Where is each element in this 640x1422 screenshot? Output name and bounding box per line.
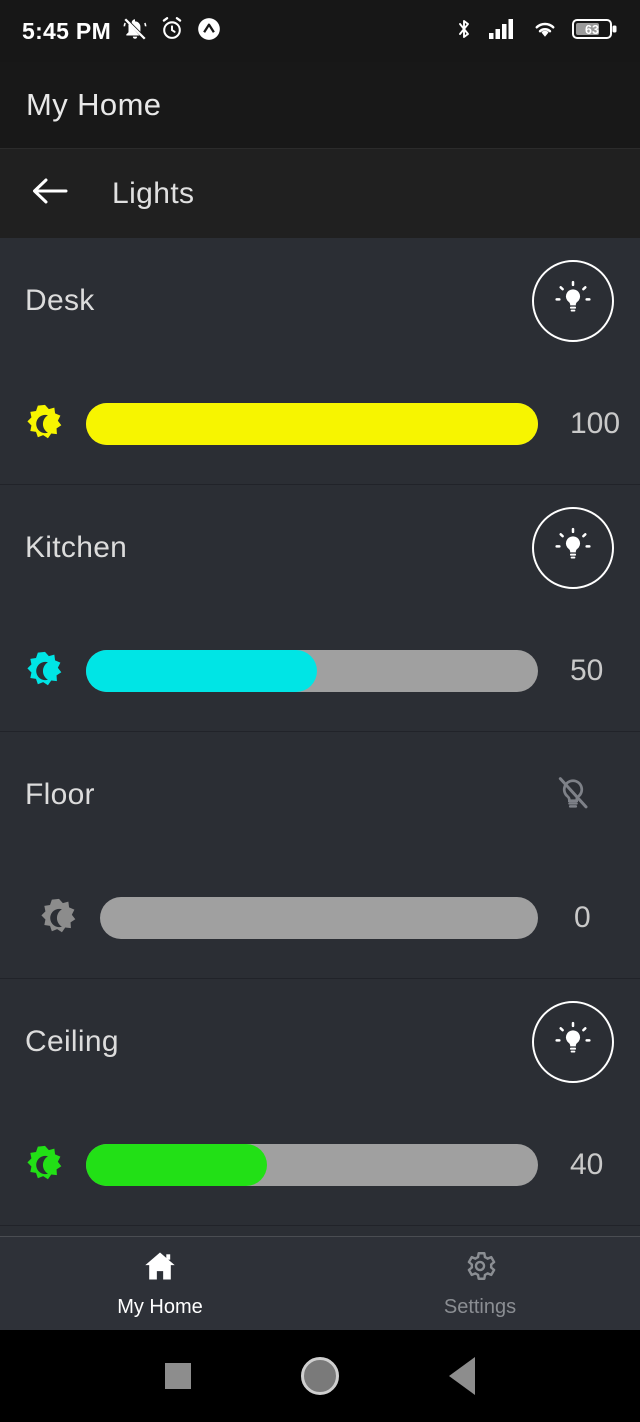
bulb-on-icon <box>553 526 593 571</box>
light-name: Kitchen <box>25 531 128 564</box>
cell-signal-icon <box>488 16 518 47</box>
back-triangle-icon[interactable] <box>449 1357 475 1395</box>
bluetooth-icon <box>452 16 476 47</box>
brightness-value: 0 <box>574 901 591 934</box>
light-row-header: Desk <box>0 238 640 364</box>
light-name: Ceiling <box>25 1025 119 1058</box>
page-title: My Home <box>26 87 162 122</box>
light-row-desk: Desk 100 <box>0 238 640 485</box>
light-power-toggle-ceiling[interactable] <box>532 1001 614 1083</box>
light-power-toggle-floor[interactable] <box>548 770 598 820</box>
brightness-value: 100 <box>570 407 621 440</box>
battery-icon: 63 <box>572 16 618 47</box>
light-brightness-control: 0 <box>0 858 640 978</box>
light-power-toggle-desk[interactable] <box>532 260 614 342</box>
back-arrow-icon[interactable] <box>30 175 70 212</box>
alarm-icon <box>159 16 185 47</box>
app-bar: My Home <box>0 62 640 148</box>
light-power-toggle-kitchen[interactable] <box>532 507 614 589</box>
brightness-slider-track[interactable] <box>100 897 538 939</box>
light-row-header: Ceiling <box>0 979 640 1105</box>
light-name: Desk <box>25 284 95 317</box>
light-brightness-control: 100 <box>0 364 640 484</box>
status-bar: 5:45 PM 63 <box>0 0 640 62</box>
brightness-value: 40 <box>570 1148 604 1181</box>
light-row-header: Floor <box>0 732 640 858</box>
phone-screen: 5:45 PM 63 My Home Lights Desk 100 Kitch… <box>0 0 640 1422</box>
light-row-header: Kitchen <box>0 485 640 611</box>
wifi-icon <box>530 16 560 47</box>
status-bar-left: 5:45 PM <box>22 16 222 47</box>
nav-tab-label: My Home <box>117 1296 203 1318</box>
light-name: Floor <box>25 778 95 811</box>
brightness-slider-track[interactable] <box>86 403 538 445</box>
light-row-kitchen: Kitchen 50 <box>0 485 640 732</box>
sub-header-bar: Lights <box>0 148 640 238</box>
light-brightness-control: 50 <box>0 611 640 731</box>
light-brightness-control: 40 <box>0 1105 640 1225</box>
brightness-icon <box>22 1142 68 1188</box>
bulb-on-icon <box>553 1020 593 1065</box>
system-navigation-bar <box>0 1330 640 1422</box>
brightness-icon <box>36 895 82 941</box>
brightness-icon <box>22 401 68 447</box>
vibrate-off-icon <box>122 16 148 47</box>
light-row-floor: Floor 0 <box>0 732 640 979</box>
brightness-slider-track[interactable] <box>86 1144 538 1186</box>
battery-percent-label: 63 <box>585 23 599 37</box>
brightness-slider-fill <box>86 1144 267 1186</box>
nav-tab-settings[interactable]: Settings <box>320 1237 640 1330</box>
home-circle-icon[interactable] <box>301 1357 339 1395</box>
sub-header-title: Lights <box>112 176 195 210</box>
nav-tab-label: Settings <box>443 1296 517 1318</box>
brightness-icon <box>22 648 68 694</box>
brightness-slider-track[interactable] <box>86 650 538 692</box>
home-icon <box>140 1248 180 1289</box>
recents-square-icon[interactable] <box>165 1363 191 1389</box>
brightness-slider-fill <box>86 650 317 692</box>
bottom-navigation: My Home Settings <box>0 1236 640 1330</box>
status-bar-right: 63 <box>452 16 618 47</box>
gear-icon <box>461 1248 499 1289</box>
brightness-value: 50 <box>570 654 604 687</box>
circle-caret-icon <box>196 16 222 47</box>
bulb-on-icon <box>553 279 593 324</box>
status-time: 5:45 PM <box>22 17 112 44</box>
brightness-slider-fill <box>86 403 538 445</box>
nav-tab-my-home[interactable]: My Home <box>0 1237 320 1330</box>
light-row-ceiling: Ceiling 40 <box>0 979 640 1226</box>
bulb-off-icon <box>553 773 593 818</box>
